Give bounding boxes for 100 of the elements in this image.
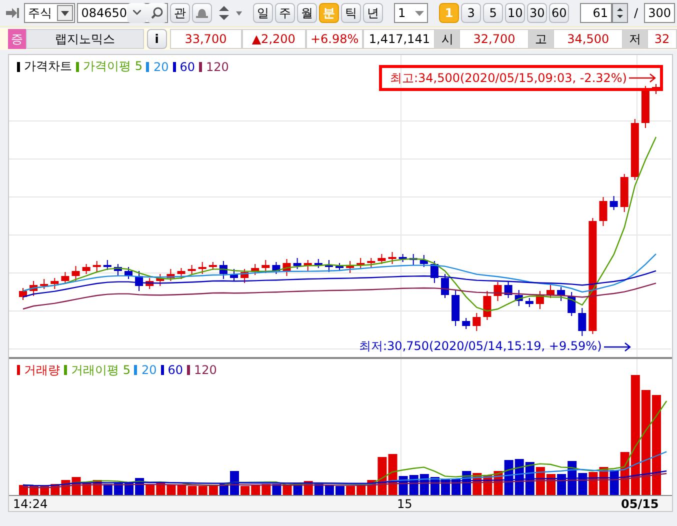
caret-icon [415, 10, 424, 16]
market-dropdown[interactable]: 주식 [24, 3, 76, 23]
bell-button[interactable] [192, 3, 212, 23]
candlestick [441, 274, 449, 298]
volume-bar [282, 484, 292, 495]
volume-bar [251, 484, 260, 495]
minute-tab[interactable]: 60 [549, 3, 570, 23]
volume-bar [198, 486, 208, 495]
arrow-icon [604, 342, 631, 352]
axis-label: 15 [397, 496, 412, 511]
legend-label: 가격차트 [24, 58, 72, 75]
candlestick [641, 86, 650, 128]
candlestick [525, 298, 534, 308]
candlestick [630, 118, 639, 180]
candlestick [304, 260, 312, 272]
volume-bar [324, 484, 334, 495]
minute-tab[interactable]: 3 [461, 3, 482, 23]
high-label: 최고:34,500(2020/05/15,09:03, -2.32%) [390, 70, 627, 86]
legend-label: 120 [194, 363, 217, 378]
candlestick [409, 254, 418, 266]
low-label: 최저:30,750(2020/05/14,15:19, +9.59%) [359, 338, 602, 355]
volume-bar [272, 484, 282, 495]
up-down-icon [219, 6, 230, 20]
legend-label: 120 [206, 60, 229, 74]
candlestick [156, 274, 164, 286]
search-icon [151, 7, 164, 19]
candlestick [103, 260, 112, 270]
candlestick [188, 264, 196, 274]
candlestick [50, 278, 59, 290]
candlestick [177, 268, 186, 280]
minute-tab[interactable]: 5 [483, 3, 504, 23]
info-button[interactable]: i [146, 29, 167, 49]
chevron-icon[interactable] [127, 3, 148, 23]
volume-bar [177, 484, 186, 495]
search-button[interactable] [147, 3, 168, 23]
candlestick [135, 270, 144, 292]
volume-value: 1,417,141 [363, 29, 436, 49]
period-tab[interactable]: 년 [363, 3, 384, 23]
count-field[interactable]: 61 [580, 3, 612, 23]
candlestick [367, 258, 376, 268]
period-tab[interactable]: 월 [297, 3, 318, 23]
candlestick [208, 262, 217, 270]
candlestick [314, 258, 322, 268]
candlestick [356, 258, 365, 268]
field-value: 32 [647, 29, 677, 49]
candlestick [599, 196, 608, 226]
candlestick [346, 260, 354, 274]
field-label: 시 [435, 29, 460, 49]
candlestick [420, 254, 428, 268]
volume-bar [103, 484, 112, 495]
candlestick [61, 272, 70, 284]
total-field[interactable]: 300 [644, 3, 675, 23]
candlestick [293, 258, 302, 270]
candlestick [262, 260, 270, 274]
axis-label: 05/15 [621, 496, 659, 511]
legend-label: 거래량 [24, 362, 60, 379]
candlestick [124, 266, 132, 280]
legend-label: 20 [141, 363, 157, 378]
field-label: 저 [623, 29, 648, 49]
period-tab[interactable]: 틱 [341, 3, 362, 23]
period-tab[interactable]: 주 [275, 3, 296, 23]
spin-button[interactable] [612, 3, 628, 23]
candlestick [324, 260, 333, 272]
candlestick [19, 288, 27, 300]
stock-code-field[interactable]: 084650 [77, 3, 168, 23]
candlestick [378, 254, 386, 264]
candlestick [251, 264, 260, 276]
candlestick [336, 262, 344, 272]
volume-bar [588, 472, 598, 495]
candlestick [620, 174, 628, 212]
candlestick [146, 278, 154, 290]
candlestick [72, 266, 80, 282]
candlestick [30, 280, 38, 296]
stock-name[interactable]: 랩지노믹스 [26, 29, 144, 49]
legend-label: 60 [180, 60, 196, 74]
caret-icon [236, 10, 242, 16]
candlestick [282, 258, 291, 276]
price-change: ▲2,200 [242, 29, 306, 49]
watch-button[interactable]: 관 [170, 3, 190, 23]
candlestick [483, 290, 492, 320]
candlestick [272, 262, 280, 274]
candlestick [114, 264, 122, 276]
legend-label: 거래이평 5 [71, 362, 130, 379]
candlestick [536, 290, 544, 310]
minute-tab[interactable]: 10 [505, 3, 526, 23]
candlestick [388, 252, 396, 264]
market-badge: 증 [8, 29, 26, 49]
candlestick [92, 260, 101, 272]
candlestick [198, 262, 206, 274]
minute-tab[interactable]: 30 [527, 3, 548, 23]
legend-label: 가격이평 5 [83, 58, 142, 75]
candlestick [230, 268, 238, 282]
candlestick [472, 312, 481, 332]
field-value: 32,700 [459, 29, 530, 49]
period-tab[interactable]: 일 [253, 3, 274, 23]
candlestick [430, 260, 438, 284]
interval-dropdown[interactable]: 1 [394, 3, 428, 23]
volume-bar [188, 486, 197, 495]
legend-label: 60 [168, 363, 184, 378]
legend-label: 20 [153, 60, 169, 74]
